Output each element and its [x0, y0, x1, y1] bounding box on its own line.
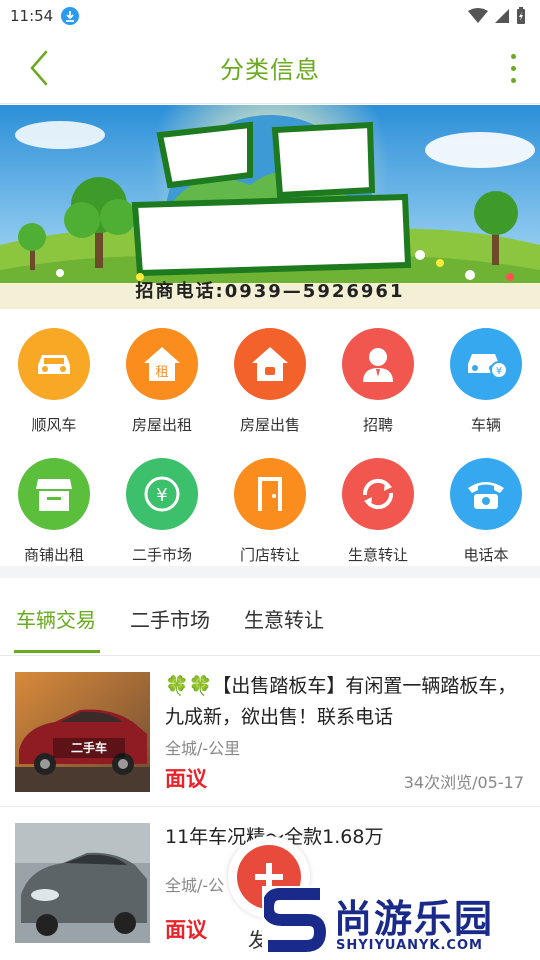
wifi-icon [468, 8, 488, 23]
listing-price: 面议 [165, 918, 207, 942]
door-icon [234, 458, 306, 530]
category-label: 商铺出租 [23, 546, 84, 564]
listing-title: 11年车况精～全款1.68万 [165, 822, 525, 853]
category-item-house-sale[interactable]: 房屋出售 [216, 318, 324, 438]
category-item-business-transfer[interactable]: 生意转让 [324, 448, 432, 568]
watermark-subtext: SHYIYUANYK.COM [336, 938, 483, 953]
shop-icon [18, 458, 90, 530]
status-right [468, 7, 526, 25]
house-rent-icon: 租 [126, 328, 198, 400]
category-label: 门店转让 [239, 546, 300, 564]
category-item-phonebook[interactable]: 电话本 [432, 448, 540, 568]
car-icon [18, 328, 90, 400]
listing-thumbnail: 二手车 [15, 672, 150, 792]
category-item-vehicle[interactable]: ¥ 车辆 [432, 318, 540, 438]
category-label: 车辆 [470, 416, 501, 434]
tab-business-transfer[interactable]: 生意转让 [244, 604, 324, 633]
listing-thumbnail [15, 823, 150, 943]
category-item-store-transfer[interactable]: 门店转让 [216, 448, 324, 568]
status-bar: 11:54 [0, 0, 540, 32]
banner-phone: 招商电话:0939—5926961 [135, 281, 405, 302]
category-item-recruit[interactable]: 招聘 [324, 318, 432, 438]
category-item-second-hand[interactable]: ¥ 二手市场 [108, 448, 216, 568]
ad-banner[interactable]: 招商电话:0939—5926961 [0, 105, 540, 309]
listing-meta: 34次浏览/05-17 [403, 773, 524, 792]
listing-tabs: 车辆交易 二手市场 生意转让 [0, 578, 540, 656]
category-item-house-rent[interactable]: 租 房屋出租 [108, 318, 216, 438]
category-label: 顺风车 [31, 416, 77, 434]
listing-title: 🍀🍀【出售踏板车】有闲置一辆踏板车，九成新，欲出售！联系电话 [165, 675, 517, 728]
watermark-logo-icon [264, 888, 326, 952]
listing-price: 面议 [165, 767, 207, 791]
category-label: 二手市场 [131, 546, 192, 564]
battery-icon [517, 7, 525, 24]
tab-second-hand[interactable]: 二手市场 [130, 604, 210, 633]
recruit-person-icon [342, 328, 414, 400]
svg-text:租: 租 [155, 365, 168, 380]
section-divider [0, 566, 540, 578]
category-item-carpool[interactable]: 顺风车 [0, 318, 108, 438]
more-dot-icon [510, 77, 516, 83]
back-button[interactable] [22, 48, 62, 88]
svg-text:¥: ¥ [156, 485, 167, 506]
category-label: 生意转让 [347, 546, 408, 564]
svg-text:¥: ¥ [496, 366, 502, 377]
category-label: 电话本 [463, 546, 509, 564]
thumbnail-tag: 二手车 [70, 741, 107, 755]
category-item-shop-rent[interactable]: 商铺出租 [0, 448, 108, 568]
watermark-text: 尚游乐园 [334, 897, 495, 941]
more-dot-icon [510, 65, 516, 71]
house-sale-icon [234, 328, 306, 400]
category-label: 房屋出售 [239, 416, 300, 434]
vehicle-yen-icon: ¥ [450, 328, 522, 400]
category-label: 房屋出租 [131, 416, 192, 434]
app-bar: 分类信息 [0, 32, 540, 104]
list-item[interactable]: 二手车 🍀🍀【出售踏板车】有闲置一辆踏板车，九成新，欲出售！联系电话 全城/-公… [0, 657, 540, 807]
signal-icon [495, 9, 509, 23]
status-left: 11:54 [10, 7, 80, 25]
active-tab-indicator [14, 650, 100, 653]
chevron-left-icon [30, 50, 48, 86]
tab-vehicle-trade[interactable]: 车辆交易 [16, 604, 96, 633]
more-menu-button[interactable] [506, 48, 520, 88]
status-time: 11:54 [10, 7, 54, 25]
telephone-icon [450, 458, 522, 530]
page-title: 分类信息 [220, 56, 320, 84]
yen-cycle-icon: ¥ [126, 458, 198, 530]
transfer-arrows-icon [342, 458, 414, 530]
category-label: 招聘 [362, 416, 393, 434]
site-watermark: 尚游乐园 SHYIYUANYK.COM [262, 886, 540, 960]
listing-location: 全城/-公里 [165, 739, 241, 758]
download-icon [61, 7, 80, 25]
listing-location: 全城/-公 [165, 876, 225, 895]
more-dot-icon [510, 53, 516, 59]
